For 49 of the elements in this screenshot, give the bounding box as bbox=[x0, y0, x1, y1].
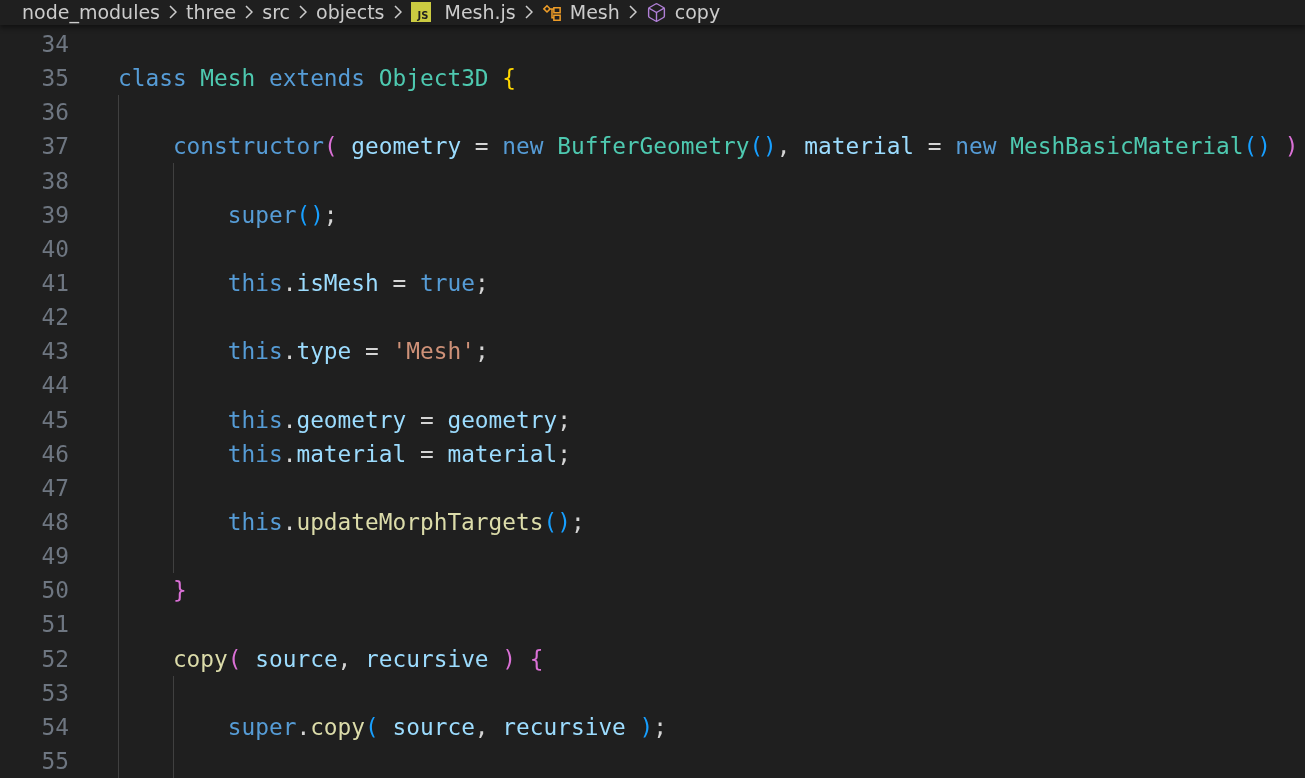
line-number: 39 bbox=[40, 201, 69, 228]
code-line: super.copy( source, recursive ); bbox=[227, 713, 668, 740]
code-line: super(); bbox=[227, 201, 338, 228]
code-line: copy( source, recursive ) { bbox=[172, 645, 544, 672]
breadcrumb-item[interactable]: copy bbox=[674, 1, 721, 24]
code-line: } bbox=[172, 577, 187, 604]
breadcrumb-item[interactable]: objects bbox=[316, 1, 385, 24]
javascript-file-icon: JS bbox=[410, 2, 431, 23]
chevron-right-icon bbox=[299, 5, 308, 20]
breadcrumb-item[interactable]: three bbox=[186, 1, 237, 24]
line-number: 55 bbox=[40, 747, 69, 774]
chevron-right-icon bbox=[393, 5, 402, 20]
line-number: 48 bbox=[40, 508, 69, 535]
line-number: 44 bbox=[40, 372, 69, 399]
line-number: 34 bbox=[40, 30, 69, 57]
line-number: 36 bbox=[40, 99, 69, 126]
line-number: 41 bbox=[40, 269, 69, 296]
chevron-right-icon bbox=[524, 5, 533, 20]
line-number: 51 bbox=[40, 611, 69, 638]
class-icon bbox=[541, 2, 562, 23]
code-line: this.isMesh = true; bbox=[227, 269, 489, 296]
chevron-right-icon bbox=[628, 5, 637, 20]
line-number: 37 bbox=[40, 133, 69, 160]
line-number: 46 bbox=[40, 440, 69, 467]
code-line: class Mesh extends Object3D { bbox=[118, 65, 517, 92]
breadcrumb-item[interactable]: Mesh.js bbox=[444, 1, 516, 24]
code-line: this.type = 'Mesh'; bbox=[227, 338, 489, 365]
code-line: this.geometry = geometry; bbox=[227, 406, 571, 433]
line-number: 52 bbox=[40, 645, 69, 672]
line-number: 54 bbox=[40, 713, 69, 740]
line-number: 53 bbox=[40, 679, 69, 706]
chevron-right-icon bbox=[245, 5, 254, 20]
code-line: constructor( geometry = new BufferGeometry(), material = new MeshBasicMaterial() ) bbox=[172, 133, 1299, 160]
line-number: 47 bbox=[40, 474, 69, 501]
line-number: 42 bbox=[40, 304, 69, 331]
cube-icon bbox=[645, 1, 667, 23]
line-number: 38 bbox=[40, 167, 69, 194]
breadcrumb-item[interactable]: Mesh bbox=[569, 1, 620, 24]
line-number: 49 bbox=[40, 543, 69, 570]
chevron-right-icon bbox=[169, 5, 178, 20]
breadcrumb-item[interactable]: src bbox=[262, 1, 291, 24]
line-number: 50 bbox=[40, 577, 69, 604]
line-number: 35 bbox=[40, 65, 69, 92]
line-number: 40 bbox=[40, 235, 69, 262]
code-line: this.material = material; bbox=[227, 440, 571, 467]
line-number: 43 bbox=[40, 338, 69, 365]
code-line: this.updateMorphTargets(); bbox=[227, 508, 585, 535]
line-number: 45 bbox=[40, 406, 69, 433]
breadcrumb-item[interactable]: node_modules bbox=[22, 1, 161, 24]
